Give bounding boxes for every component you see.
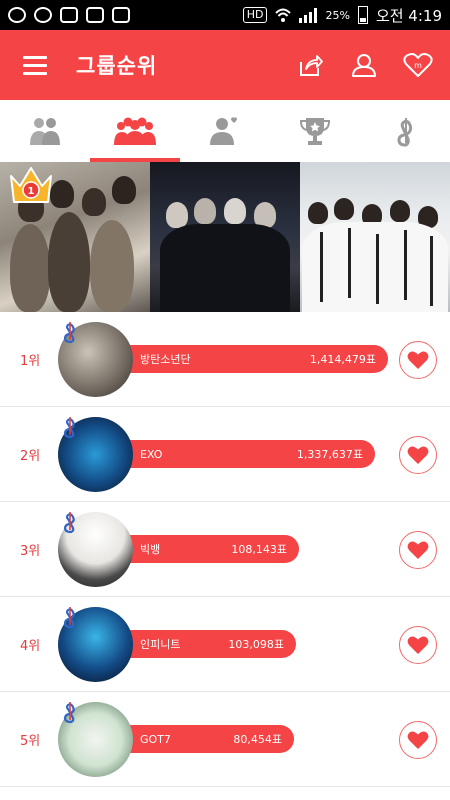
group-name: GOT7 bbox=[140, 732, 171, 746]
wifi-icon bbox=[275, 8, 292, 22]
tab-duo[interactable] bbox=[0, 100, 90, 162]
status-bar: HD 25% 오전 4:19 bbox=[0, 0, 450, 30]
ranking-list: 1위 방탄소년단 1,414,479표 2위 EXO 1,337,637표 3위… bbox=[0, 312, 450, 787]
app-bar-actions: m bbox=[288, 43, 450, 87]
tab-group[interactable] bbox=[90, 100, 180, 162]
solo-icon bbox=[210, 117, 237, 145]
app-notification-icon bbox=[86, 7, 104, 23]
ranking-row[interactable]: 2위 EXO 1,337,637표 bbox=[0, 407, 450, 502]
hamburger-icon[interactable] bbox=[0, 30, 70, 100]
duo-icon bbox=[30, 118, 60, 145]
app-bar: 그룹순위 m bbox=[0, 30, 450, 100]
ranking-row[interactable]: 1위 방탄소년단 1,414,479표 bbox=[0, 312, 450, 407]
profile-button[interactable] bbox=[342, 43, 386, 87]
music-note-icon bbox=[397, 118, 413, 147]
settings-notification-icon bbox=[34, 7, 52, 23]
battery-percent: 25% bbox=[325, 8, 350, 22]
vote-heart-button[interactable] bbox=[399, 626, 437, 664]
share-icon bbox=[300, 55, 323, 76]
vote-bar: 인피니트 103,098표 bbox=[118, 630, 296, 658]
vote-bar: 빅뱅 108,143표 bbox=[118, 535, 299, 563]
hd-badge: HD bbox=[242, 7, 268, 23]
battery-icon bbox=[357, 6, 368, 24]
image-notification-icon bbox=[60, 7, 78, 23]
share-button[interactable] bbox=[288, 43, 332, 87]
svg-text:m: m bbox=[414, 61, 422, 70]
music-badge-icon bbox=[63, 702, 75, 724]
trophy-icon bbox=[299, 118, 331, 145]
status-notifications bbox=[8, 7, 130, 23]
first-place-number: 1 bbox=[28, 186, 35, 197]
vote-heart-button[interactable] bbox=[399, 341, 437, 379]
heart-icon bbox=[407, 731, 429, 749]
music-badge-icon bbox=[63, 607, 75, 629]
signal-icon bbox=[299, 7, 318, 23]
ranking-row[interactable]: 3위 빅뱅 108,143표 bbox=[0, 502, 450, 597]
group-icon bbox=[114, 117, 156, 145]
banner-photo-3 bbox=[300, 162, 450, 312]
top-group-banner[interactable]: 1 bbox=[0, 162, 450, 312]
vote-bar: 방탄소년단 1,414,479표 bbox=[118, 345, 388, 373]
group-name: 방탄소년단 bbox=[140, 353, 191, 366]
rank-label: 2위 bbox=[20, 449, 41, 464]
vote-bar: GOT7 80,454표 bbox=[118, 725, 294, 753]
banner-photo-2 bbox=[150, 162, 300, 312]
notification-icon bbox=[8, 7, 26, 23]
app-screen: HD 25% 오전 4:19 그룹순위 m 1 1위 방탄소년단 1,414,4… bbox=[0, 0, 450, 800]
banner-photo-1: 1 bbox=[0, 162, 150, 312]
vote-count: 80,454표 bbox=[233, 733, 282, 746]
group-name: 인피니트 bbox=[140, 638, 181, 651]
tab-music[interactable] bbox=[360, 100, 450, 162]
first-place-crown-icon: 1 bbox=[10, 167, 52, 203]
vote-bar: EXO 1,337,637표 bbox=[118, 440, 375, 468]
app-notification-icon-2 bbox=[112, 7, 130, 23]
my-hearts-button[interactable]: m bbox=[396, 43, 440, 87]
vote-heart-button[interactable] bbox=[399, 436, 437, 474]
group-name: EXO bbox=[140, 447, 163, 461]
vote-heart-button[interactable] bbox=[399, 531, 437, 569]
profile-icon bbox=[352, 54, 376, 77]
heart-icon bbox=[407, 636, 429, 654]
group-name: 빅뱅 bbox=[140, 543, 161, 556]
tab-trophy[interactable] bbox=[270, 100, 360, 162]
music-badge-icon bbox=[63, 512, 75, 534]
tab-solo[interactable] bbox=[180, 100, 270, 162]
rank-label: 4위 bbox=[20, 639, 41, 654]
vote-count: 103,098표 bbox=[228, 638, 284, 651]
vote-count: 1,414,479표 bbox=[309, 353, 376, 366]
ranking-row[interactable]: 5위 GOT7 80,454표 bbox=[0, 692, 450, 787]
category-tabs bbox=[0, 100, 450, 162]
status-indicators: HD 25% 오전 4:19 bbox=[242, 5, 442, 26]
heart-icon bbox=[407, 446, 429, 464]
heart-m-icon: m bbox=[403, 53, 433, 77]
heart-icon bbox=[407, 541, 429, 559]
music-badge-icon bbox=[63, 322, 75, 344]
rank-label: 5위 bbox=[20, 734, 41, 749]
heart-icon bbox=[407, 351, 429, 369]
music-badge-icon bbox=[63, 417, 75, 439]
vote-count: 108,143표 bbox=[231, 543, 287, 556]
clock: 오전 4:19 bbox=[375, 6, 442, 25]
page-title: 그룹순위 bbox=[76, 54, 158, 78]
rank-label: 3위 bbox=[20, 544, 41, 559]
rank-label: 1위 bbox=[20, 354, 41, 369]
vote-heart-button[interactable] bbox=[399, 721, 437, 759]
ranking-row[interactable]: 4위 인피니트 103,098표 bbox=[0, 597, 450, 692]
vote-count: 1,337,637표 bbox=[296, 448, 363, 461]
